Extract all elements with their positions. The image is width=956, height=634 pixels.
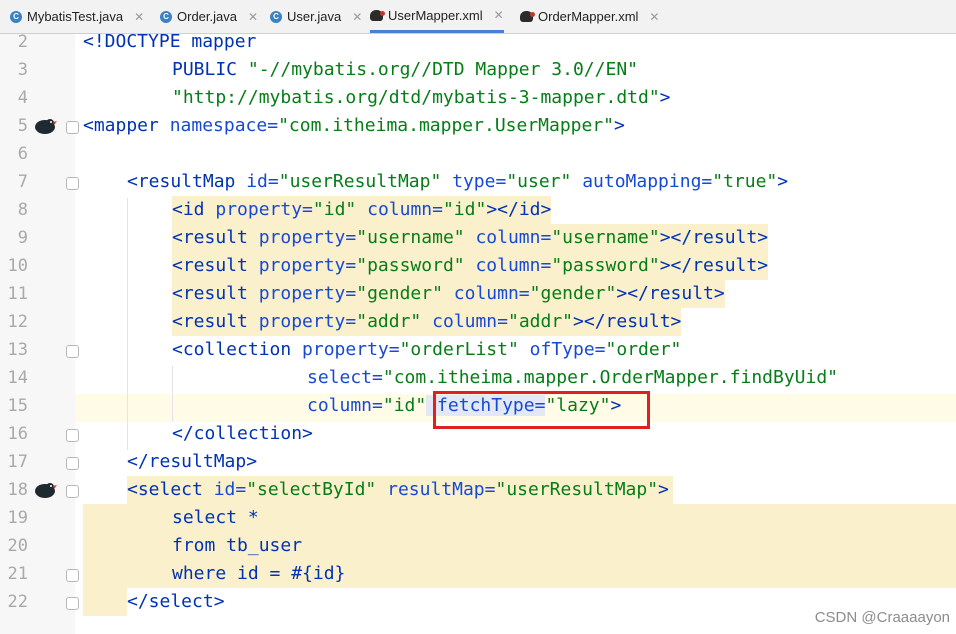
- tab-label: User.java: [287, 9, 342, 24]
- line-code: <result property="addr" column="addr"></…: [172, 308, 682, 336]
- java-class-icon: C: [10, 10, 22, 23]
- code-line-19: 19 select *: [0, 504, 956, 532]
- line-number: 9: [17, 228, 28, 248]
- code-line-5: 5 <mapper namespace="com.itheima.mapper.…: [0, 112, 956, 140]
- code-line-21: 21 where id = #{id}: [0, 560, 956, 588]
- line-number: 8: [17, 200, 28, 220]
- close-icon[interactable]: ✕: [248, 10, 258, 24]
- code-line-12: 12 <result property="addr" column="addr"…: [0, 308, 956, 336]
- code-line-11: 11 <result property="gender" column="gen…: [0, 280, 956, 308]
- code-line-9: 9 <result property="username" column="us…: [0, 224, 956, 252]
- close-icon[interactable]: ✕: [352, 10, 362, 24]
- fold-marker[interactable]: [66, 177, 79, 190]
- line-code: <resultMap id="userResultMap" type="user…: [127, 171, 789, 192]
- line-code: select *: [172, 507, 259, 528]
- line-number: 3: [17, 60, 28, 80]
- line-number: 7: [17, 172, 28, 192]
- line-number: 21: [7, 564, 28, 584]
- fold-marker[interactable]: [66, 429, 79, 442]
- line-code: <collection property="orderList" ofType=…: [172, 339, 682, 360]
- code-line-7: 7 <resultMap id="userResultMap" type="us…: [0, 168, 956, 196]
- code-line-22: 22 </select>: [0, 588, 956, 616]
- code-line-17: 17 </resultMap>: [0, 448, 956, 476]
- line-code: from tb_user: [172, 535, 303, 556]
- close-icon[interactable]: ✕: [649, 10, 659, 24]
- fold-marker[interactable]: [66, 569, 79, 582]
- code-line-14: 14 select="com.itheima.mapper.OrderMappe…: [0, 364, 956, 392]
- line-code: <mapper namespace="com.itheima.mapper.Us…: [83, 115, 625, 136]
- line-code: <result property="username" column="user…: [172, 224, 769, 252]
- tab-label: Order.java: [177, 9, 237, 24]
- mybatis-bird-icon[interactable]: [33, 481, 57, 499]
- line-code: "http://mybatis.org/dtd/mybatis-3-mapper…: [172, 87, 671, 108]
- code-line-4: 4 "http://mybatis.org/dtd/mybatis-3-mapp…: [0, 84, 956, 112]
- line-number: 12: [7, 312, 28, 332]
- line-number: 19: [7, 508, 28, 528]
- code-line-8: 8 <id property="id" column="id"></id>: [0, 196, 956, 224]
- close-icon[interactable]: ✕: [494, 8, 504, 22]
- line-number: 4: [17, 88, 28, 108]
- line-number: 14: [7, 368, 28, 388]
- line-number: 13: [7, 340, 28, 360]
- watermark: CSDN @Craaaayon: [814, 609, 950, 626]
- fold-marker[interactable]: [66, 457, 79, 470]
- mybatis-bird-icon[interactable]: [33, 117, 57, 135]
- line-number: 18: [7, 480, 28, 500]
- line-code: select="com.itheima.mapper.OrderMapper.f…: [307, 367, 839, 388]
- line-code: <!DOCTYPE mapper: [83, 31, 257, 52]
- mybatis-xml-icon: [370, 9, 385, 21]
- tab-label: UserMapper.xml: [388, 7, 483, 23]
- line-code: where id = #{id}: [172, 563, 346, 584]
- line-number: 5: [17, 116, 28, 136]
- line-code: </collection>: [172, 423, 313, 444]
- line-number: 16: [7, 424, 28, 444]
- java-class-icon: C: [160, 10, 172, 23]
- line-number: 6: [17, 144, 28, 164]
- java-class-icon: C: [270, 10, 282, 23]
- fold-marker[interactable]: [66, 597, 79, 610]
- line-code: <id property="id" column="id"></id>: [172, 196, 552, 224]
- line-code: PUBLIC "-//mybatis.org//DTD Mapper 3.0//…: [172, 59, 638, 80]
- line-code: <result property="password" column="pass…: [172, 252, 769, 280]
- fold-marker[interactable]: [66, 121, 79, 134]
- line-number: 22: [7, 592, 28, 612]
- tab-label: MybatisTest.java: [27, 9, 124, 24]
- line-code: </resultMap>: [127, 451, 258, 472]
- highlight-box: [433, 391, 650, 429]
- code-line-13: 13 <collection property="orderList" ofTy…: [0, 336, 956, 364]
- line-number: 17: [7, 452, 28, 472]
- close-icon[interactable]: ✕: [134, 10, 144, 24]
- fold-marker[interactable]: [66, 345, 79, 358]
- fold-marker[interactable]: [66, 485, 79, 498]
- line-code: <select id="selectById" resultMap="userR…: [127, 476, 673, 504]
- code-line-18: 18 <select id="selectById" resultMap="us…: [0, 476, 956, 504]
- line-number: 2: [17, 32, 28, 52]
- line-code: </select>: [127, 591, 225, 612]
- line-number: 20: [7, 536, 28, 556]
- line-code: <result property="gender" column="gender…: [172, 280, 725, 308]
- code-line-10: 10 <result property="password" column="p…: [0, 252, 956, 280]
- mybatis-xml-icon: [520, 11, 535, 22]
- code-line-2: 2 <!DOCTYPE mapper: [0, 28, 956, 56]
- line-number: 15: [7, 396, 28, 416]
- code-line-3: 3 PUBLIC "-//mybatis.org//DTD Mapper 3.0…: [0, 56, 956, 84]
- code-line-20: 20 from tb_user: [0, 532, 956, 560]
- line-number: 10: [7, 256, 28, 276]
- tab-label: OrderMapper.xml: [538, 9, 639, 24]
- code-line-6: 6: [0, 140, 956, 168]
- line-number: 11: [7, 284, 28, 304]
